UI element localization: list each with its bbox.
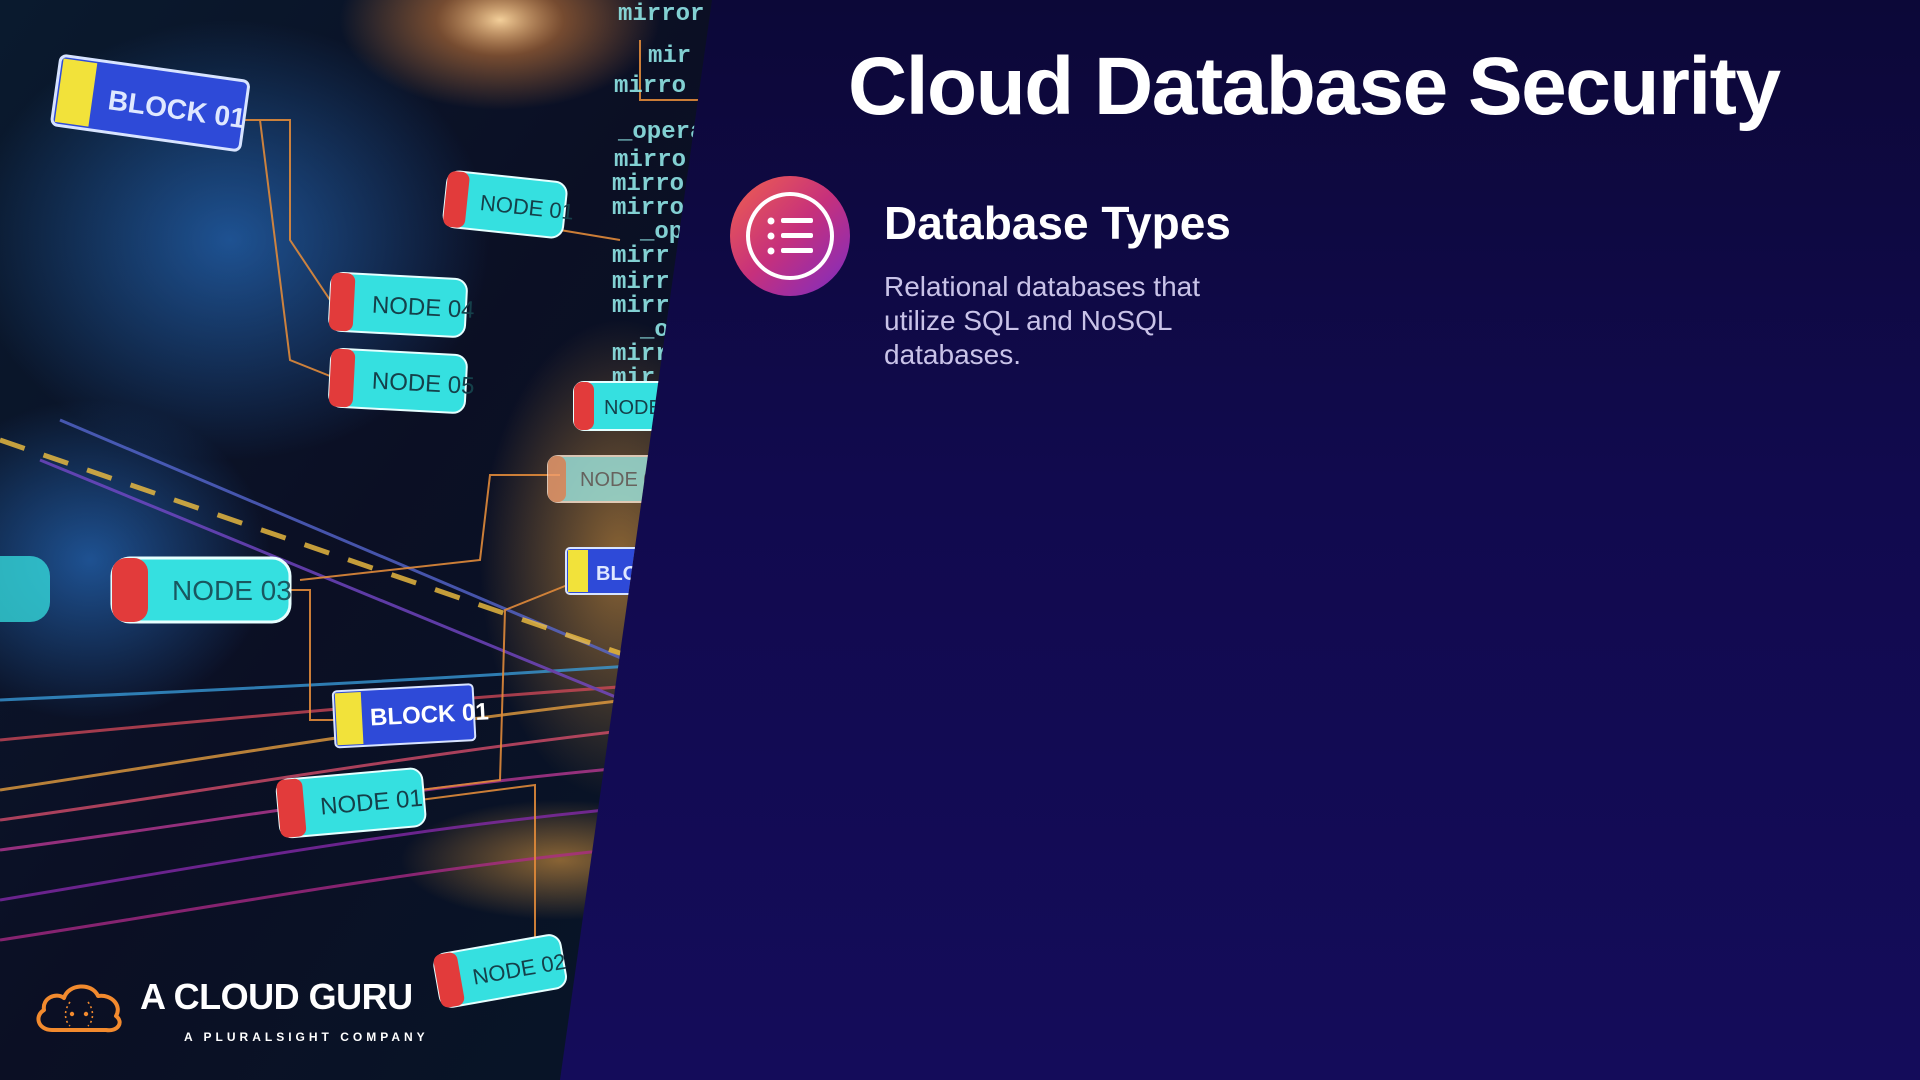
code-line: mirro — [612, 195, 684, 222]
slide: mirror mir mirro _operat mirro mirro mir… — [0, 0, 1920, 1080]
svg-text:NODE 05: NODE 05 — [371, 368, 475, 400]
svg-text:NODE 03: NODE 03 — [172, 575, 292, 606]
item-description: Relational databases that utilize SQL an… — [884, 271, 1200, 370]
code-line: mir — [648, 43, 691, 70]
code-line: _op — [639, 317, 683, 344]
cloud-logo-icon — [36, 984, 122, 1033]
block-tag: BLOCK 01 — [331, 683, 489, 749]
code-line: _op — [639, 219, 683, 246]
list-icon — [730, 176, 850, 296]
svg-text:NODE 0: NODE 0 — [580, 469, 654, 491]
node-tag: NODE 0 — [547, 455, 669, 503]
code-line: mirro — [612, 171, 684, 198]
svg-text:NODE: NODE — [604, 397, 662, 419]
brand-tagline: A PLURALSIGHT COMPANY — [184, 1030, 429, 1044]
node-tag: NODE 04 — [328, 271, 475, 338]
block-tag: BLOC — [565, 547, 677, 595]
network-nodes-image: mirror mir mirro _operat mirro mirro mir… — [0, 0, 719, 1080]
code-line: mirror — [618, 1, 704, 28]
brand-name: A CLOUD GURU — [140, 976, 413, 1017]
code-line: mirr — [612, 269, 670, 296]
code-line: mirr — [612, 341, 670, 368]
item-heading: Database Types — [884, 197, 1231, 249]
code-line: mirr — [612, 243, 670, 270]
svg-text:BLOC: BLOC — [596, 563, 653, 585]
svg-text:NODE 04: NODE 04 — [371, 292, 475, 324]
code-line: mirro — [614, 73, 686, 100]
node-tag: NODE 05 — [328, 347, 475, 414]
brand-logo: A CLOUD GURU A PLURALSIGHT COMPANY — [32, 974, 432, 1044]
page-title: Cloud Database Security — [848, 41, 1781, 132]
code-line: _operat — [617, 119, 719, 146]
code-line: mirro — [614, 147, 686, 174]
code-line: mirr — [612, 293, 670, 320]
node-tag: NODE 03 — [110, 556, 292, 624]
node-tag: NODE — [573, 381, 685, 431]
node-tag: NODE 01 — [275, 767, 427, 839]
